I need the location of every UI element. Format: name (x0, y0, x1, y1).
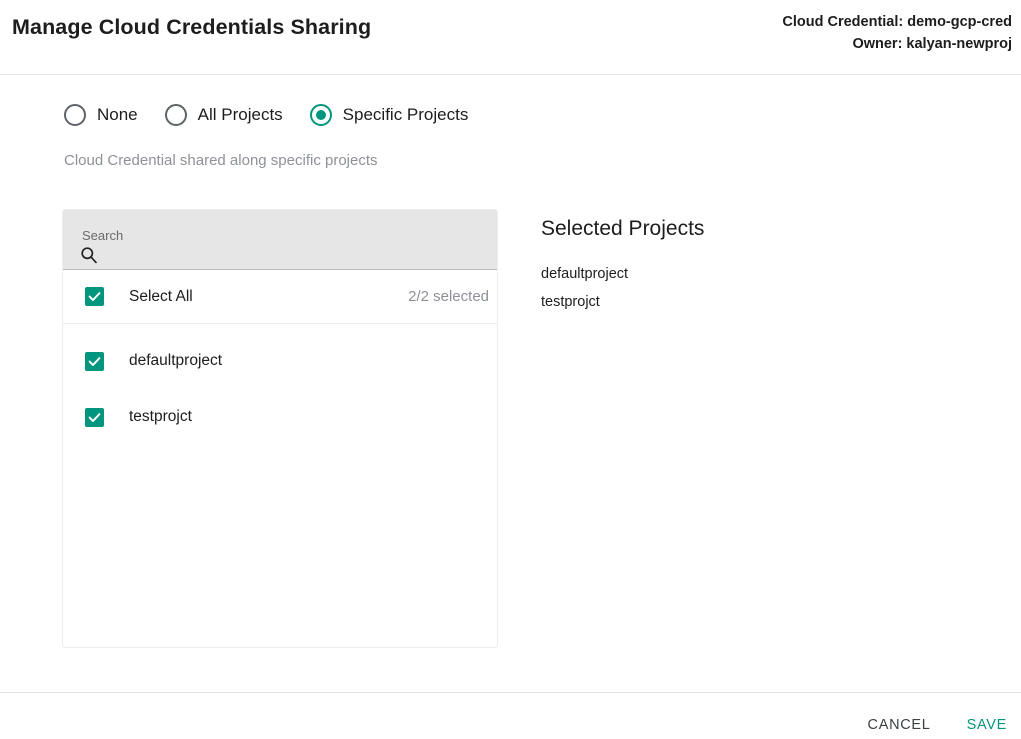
project-picker-panel: Search Select All 2/2 selected defaultpr… (62, 209, 498, 648)
sharing-mode-radio-group[interactable]: None All Projects Specific Projects (64, 104, 468, 126)
selected-project-item: defaultproject (541, 266, 629, 282)
sharing-mode-hint: Cloud Credential shared along specific p… (64, 152, 378, 169)
radio-circle-selected-icon[interactable] (309, 104, 332, 126)
selected-projects-panel: Selected Projects defaultproject testpro… (541, 216, 704, 316)
select-all-row[interactable]: Select All 2/2 selected (63, 270, 497, 324)
search-field[interactable]: Search (63, 210, 497, 270)
radio-label-all-projects: All Projects (197, 105, 283, 124)
radio-label-specific-projects: Specific Projects (342, 105, 469, 124)
checkbox-checked-icon[interactable] (85, 287, 104, 306)
search-label: Search (82, 228, 124, 243)
selected-count-text: 2/2 selected (408, 288, 489, 305)
checkbox-checked-icon[interactable] (85, 351, 104, 371)
select-all-label: Select All (129, 287, 193, 305)
cancel-button[interactable]: CANCEL (864, 715, 935, 735)
radio-circle-icon[interactable] (64, 104, 86, 126)
selected-projects-list: defaultproject testprojct (541, 261, 704, 316)
radio-option-all-projects[interactable]: All Projects (164, 104, 283, 126)
page-title: Manage Cloud Credentials Sharing (12, 15, 372, 39)
radio-option-none[interactable]: None (64, 104, 138, 126)
credential-name-text: Cloud Credential: demo-gcp-cred (782, 14, 1012, 30)
selected-projects-title: Selected Projects (541, 217, 705, 240)
dialog-footer: CANCEL SAVE (0, 692, 1021, 739)
credential-owner-text: Owner: kalyan-newproj (852, 36, 1012, 52)
selected-project-item: testprojct (541, 293, 600, 310)
project-list-item-label: testprojct (129, 408, 192, 425)
radio-label-none: None (97, 105, 138, 124)
radio-option-specific-projects[interactable]: Specific Projects (309, 104, 469, 126)
footer-actions: CANCEL SAVE (864, 715, 1011, 735)
project-list-item-label: defaultproject (129, 352, 223, 369)
credential-meta: Cloud Credential: demo-gcp-cred Owner: k… (782, 11, 1012, 55)
search-input[interactable] (80, 244, 480, 266)
save-button[interactable]: SAVE (963, 715, 1011, 735)
project-list-item-testprojct[interactable]: testprojct (63, 389, 497, 445)
dialog-header: Manage Cloud Credentials Sharing Cloud C… (0, 0, 1021, 75)
project-list-item-defaultproject[interactable]: defaultproject (63, 333, 497, 389)
radio-circle-icon[interactable] (164, 104, 187, 126)
checkbox-checked-icon[interactable] (85, 407, 104, 427)
